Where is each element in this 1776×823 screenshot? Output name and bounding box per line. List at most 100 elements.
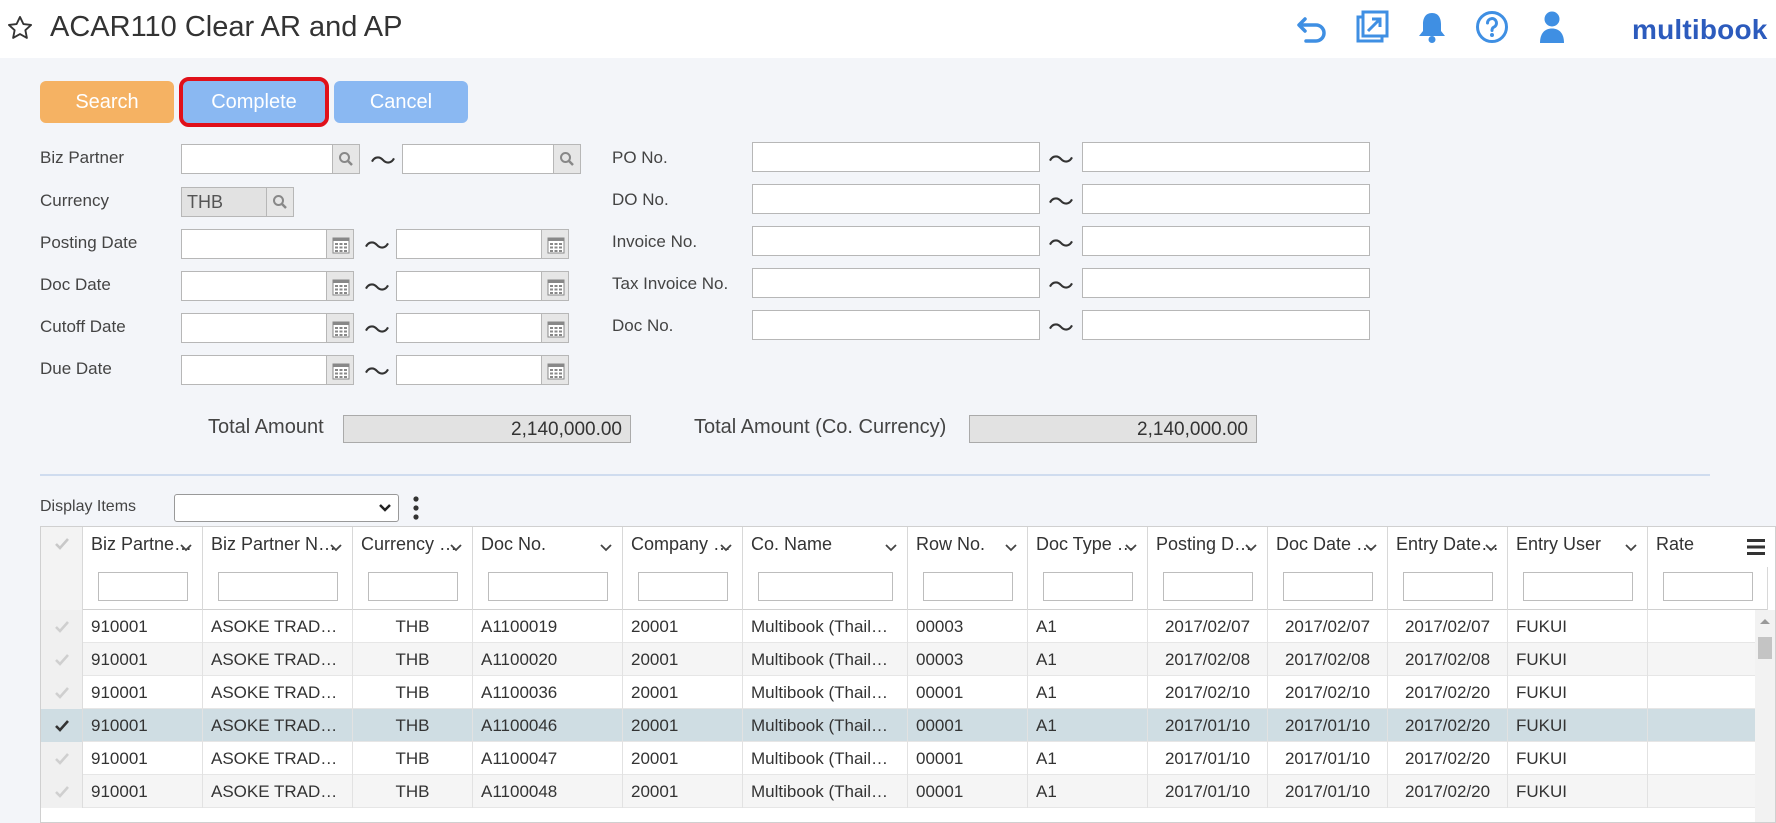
chevron-down-icon[interactable] <box>330 543 342 553</box>
po-no-to-input[interactable] <box>1082 142 1370 172</box>
table-row[interactable]: 910001 ASOKE TRAD… THB A1100047 20001 Multibo… <box>41 742 1768 775</box>
column-header[interactable]: Biz Partner N… <box>203 527 353 610</box>
chevron-down-icon[interactable] <box>600 543 612 553</box>
chevron-down-icon[interactable] <box>450 543 462 553</box>
chevron-down-icon[interactable] <box>1485 543 1497 553</box>
column-filter-input[interactable] <box>218 572 338 601</box>
row-checkbox[interactable] <box>41 643 83 676</box>
search-button[interactable]: Search <box>40 81 174 123</box>
invoice-no-to-input[interactable] <box>1082 226 1370 256</box>
display-items-select[interactable] <box>174 494 399 522</box>
currency-search-icon[interactable] <box>266 187 294 217</box>
column-filter-input[interactable] <box>1403 572 1493 601</box>
more-options-icon[interactable] <box>412 495 420 521</box>
column-header[interactable]: Biz Partne… <box>83 527 203 610</box>
due-date-to-input[interactable] <box>396 355 542 385</box>
table-row[interactable]: 910001 ASOKE TRAD… THB A1100019 20001 Multibo… <box>41 610 1768 643</box>
column-filter-input[interactable] <box>368 572 458 601</box>
column-filter-input[interactable] <box>1663 572 1753 601</box>
po-no-from-input[interactable] <box>752 142 1040 172</box>
column-header[interactable]: Posting D… <box>1148 527 1268 610</box>
column-header[interactable]: Doc Date … <box>1268 527 1388 610</box>
row-checkbox[interactable] <box>41 742 83 775</box>
scrollbar-thumb[interactable] <box>1758 637 1772 659</box>
doc-date-from-input[interactable] <box>181 271 327 301</box>
biz-partner-from-search-icon[interactable] <box>332 144 360 174</box>
row-checkbox[interactable] <box>41 709 83 742</box>
column-header[interactable]: Co. Name <box>743 527 908 610</box>
column-header[interactable]: Entry Date… <box>1388 527 1508 610</box>
biz-partner-from-input[interactable] <box>181 144 333 174</box>
table-row[interactable]: 910001 ASOKE TRAD… THB A1100036 20001 Multibo… <box>41 676 1768 709</box>
posting-date-from-input[interactable] <box>181 229 327 259</box>
bell-icon[interactable] <box>1415 10 1449 44</box>
table-cell <box>1648 676 1768 709</box>
total-amount-co-label: Total Amount (Co. Currency) <box>694 416 947 438</box>
column-filter-input[interactable] <box>758 572 893 601</box>
vertical-scrollbar[interactable] <box>1755 610 1775 822</box>
row-checkbox[interactable] <box>41 676 83 709</box>
chevron-down-icon[interactable] <box>1125 543 1137 553</box>
calendar-icon[interactable] <box>326 271 354 301</box>
cutoff-date-to-input[interactable] <box>396 313 542 343</box>
chevron-down-icon[interactable] <box>1245 543 1257 553</box>
due-date-from-input[interactable] <box>181 355 327 385</box>
calendar-icon[interactable] <box>326 355 354 385</box>
user-icon[interactable] <box>1535 10 1569 44</box>
row-checkbox[interactable] <box>41 610 83 643</box>
row-checkbox[interactable] <box>41 775 83 808</box>
column-filter-input[interactable] <box>638 572 728 601</box>
tax-invoice-no-from-input[interactable] <box>752 268 1040 298</box>
column-filter-input[interactable] <box>1163 572 1253 601</box>
currency-input[interactable]: THB <box>181 187 267 217</box>
chevron-down-icon[interactable] <box>180 543 192 553</box>
complete-button[interactable]: Complete <box>179 77 329 127</box>
calendar-icon[interactable] <box>326 229 354 259</box>
column-header[interactable]: Company … <box>623 527 743 610</box>
chevron-down-icon[interactable] <box>720 543 732 553</box>
column-filter-input[interactable] <box>1523 572 1633 601</box>
chevron-down-icon[interactable] <box>1625 543 1637 553</box>
calendar-icon[interactable] <box>541 271 569 301</box>
invoice-no-from-input[interactable] <box>752 226 1040 256</box>
column-filter-input[interactable] <box>923 572 1013 601</box>
calendar-icon[interactable] <box>326 313 354 343</box>
external-window-icon[interactable] <box>1355 10 1389 44</box>
column-header[interactable]: Doc Type … <box>1028 527 1148 610</box>
star-icon[interactable] <box>6 14 34 42</box>
column-header[interactable]: Doc No. <box>473 527 623 610</box>
table-cell: 2017/02/10 <box>1268 676 1388 709</box>
column-filter-input[interactable] <box>1283 572 1373 601</box>
column-filter-input[interactable] <box>1043 572 1133 601</box>
chevron-down-icon[interactable] <box>1005 543 1017 553</box>
do-no-to-input[interactable] <box>1082 184 1370 214</box>
biz-partner-to-input[interactable] <box>402 144 554 174</box>
chevron-down-icon[interactable] <box>885 543 897 553</box>
posting-date-to-input[interactable] <box>396 229 542 259</box>
cancel-button[interactable]: Cancel <box>334 81 468 123</box>
table-row[interactable]: 910001 ASOKE TRAD… THB A1100048 20001 Multibo… <box>41 775 1768 808</box>
table-row[interactable]: 910001 ASOKE TRAD… THB A1100046 20001 Multibo… <box>41 709 1768 742</box>
column-header[interactable]: Row No. <box>908 527 1028 610</box>
tax-invoice-no-to-input[interactable] <box>1082 268 1370 298</box>
doc-no-from-input[interactable] <box>752 310 1040 340</box>
select-all-checkbox[interactable] <box>41 527 83 610</box>
table-row[interactable]: 910001 ASOKE TRAD… THB A1100020 20001 Multibo… <box>41 643 1768 676</box>
calendar-icon[interactable] <box>541 313 569 343</box>
column-header[interactable]: Entry User <box>1508 527 1648 610</box>
biz-partner-to-search-icon[interactable] <box>553 144 581 174</box>
undo-icon[interactable] <box>1295 10 1329 44</box>
do-no-from-input[interactable] <box>752 184 1040 214</box>
doc-no-to-input[interactable] <box>1082 310 1370 340</box>
calendar-icon[interactable] <box>541 229 569 259</box>
scroll-up-icon[interactable] <box>1755 614 1775 628</box>
column-header[interactable]: Currency … <box>353 527 473 610</box>
help-icon[interactable] <box>1475 10 1509 44</box>
calendar-icon[interactable] <box>541 355 569 385</box>
doc-date-to-input[interactable] <box>396 271 542 301</box>
chevron-down-icon[interactable] <box>1365 543 1377 553</box>
cutoff-date-from-input[interactable] <box>181 313 327 343</box>
column-filter-input[interactable] <box>98 572 188 601</box>
column-menu-icon[interactable] <box>1739 527 1773 567</box>
column-filter-input[interactable] <box>488 572 608 601</box>
